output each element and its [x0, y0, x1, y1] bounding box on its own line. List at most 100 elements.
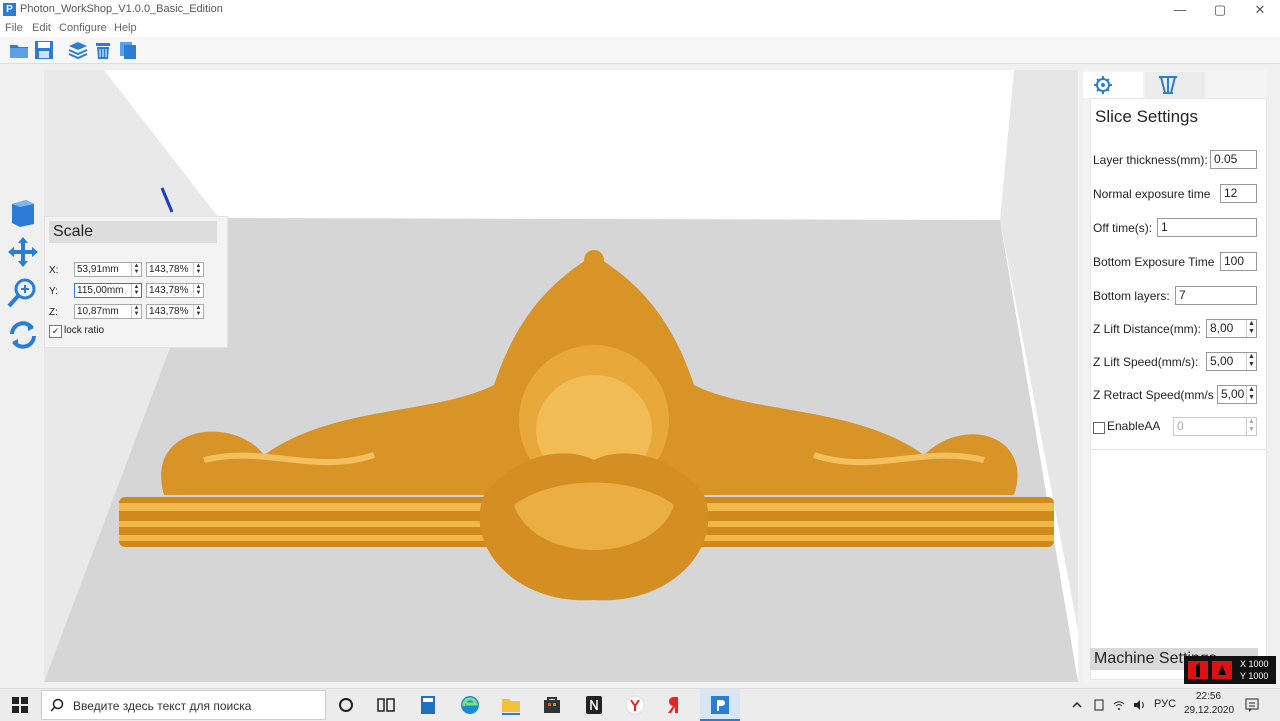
close-button[interactable]: ✕ — [1240, 0, 1280, 20]
z-lift-speed-value: 5,00 — [1210, 354, 1234, 368]
z-retract-speed-value: 5,00 — [1221, 387, 1245, 401]
calculator-icon[interactable] — [416, 693, 440, 717]
z-lift-speed-input[interactable]: 5,00 ▲ ▼ — [1206, 352, 1257, 371]
title-bar: P Photon_WorkShop_V1.0.0_Basic_Edition —… — [0, 0, 1280, 20]
normal-exposure-input[interactable]: 12 — [1220, 184, 1257, 203]
spinner-arrows-icon[interactable]: ▲ ▼ — [1246, 320, 1256, 337]
notification-icon[interactable] — [1244, 697, 1260, 713]
store-icon[interactable] — [540, 693, 564, 717]
minimize-button[interactable]: — — [1160, 0, 1200, 20]
3d-model-ornament[interactable] — [114, 245, 1054, 625]
spinner-arrows-icon[interactable]: ▲ ▼ — [1246, 386, 1256, 403]
off-time-input[interactable]: 1 — [1157, 218, 1257, 237]
spinner-arrows-icon[interactable]: ▲ ▼ — [131, 284, 141, 297]
z-retract-speed-label: Z Retract Speed(mm/s — [1093, 388, 1214, 402]
window-title: Photon_WorkShop_V1.0.0_Basic_Edition — [20, 3, 223, 15]
scale-z-percent-input[interactable]: 143,78% ▲ ▼ — [146, 304, 204, 319]
edge-browser-icon[interactable] — [458, 693, 482, 717]
slice-settings-box: Slice Settings Layer thickness(mm): 0.05… — [1090, 98, 1267, 680]
volume-icon[interactable] — [1132, 698, 1146, 712]
divider — [1091, 449, 1266, 450]
build-plate-viewport[interactable] — [44, 70, 1078, 682]
windows-start-icon[interactable] — [8, 693, 32, 717]
spinner-arrows-icon[interactable]: ▲ ▼ — [193, 284, 203, 297]
scale-y-mm-value: 115,00mm — [77, 285, 124, 296]
bottom-layers-input[interactable]: 7 — [1175, 286, 1257, 305]
menu-file[interactable]: File — [5, 22, 23, 34]
bottom-exposure-label: Bottom Exposure Time — [1093, 255, 1215, 269]
scale-x-mm-input[interactable]: 53,91mm ▲ ▼ — [74, 262, 142, 277]
z-lift-distance-input[interactable]: 8,00 ▲ ▼ — [1206, 319, 1257, 338]
lock-ratio-checkbox[interactable]: ✓ — [49, 325, 62, 338]
overlay-x: X 1000 — [1240, 659, 1269, 669]
lock-ratio-label: lock ratio — [64, 325, 105, 336]
enable-aa-checkbox[interactable] — [1093, 422, 1105, 434]
spinner-arrows-icon[interactable]: ▲ ▼ — [1246, 353, 1256, 370]
spinner-arrows-icon[interactable]: ▲ ▼ — [193, 305, 203, 318]
layer-thickness-input[interactable]: 0.05 — [1210, 150, 1257, 169]
scale-y-mm-input[interactable]: 115,00mm ▲ ▼ — [74, 283, 142, 298]
zoom-scale-icon[interactable] — [6, 276, 40, 310]
scale-z-percent-value: 143,78% — [149, 306, 189, 317]
language-indicator[interactable]: РУС — [1154, 698, 1176, 710]
menu-configure[interactable]: Configure — [59, 22, 107, 34]
scale-x-mm-value: 53,91mm — [77, 264, 119, 275]
move-icon[interactable] — [6, 235, 40, 269]
scale-x-percent-input[interactable]: 143,78% ▲ ▼ — [146, 262, 204, 277]
copy-icon[interactable] — [117, 39, 139, 61]
cortana-icon[interactable] — [334, 693, 358, 717]
open-folder-icon[interactable] — [8, 39, 30, 61]
scale-title: Scale — [49, 221, 217, 243]
clock-date[interactable]: 29.12.2020 — [1184, 705, 1234, 716]
search-placeholder: Введите здесь текст для поиска — [73, 699, 252, 713]
support-icon[interactable] — [1145, 72, 1205, 98]
wifi-icon[interactable] — [1112, 698, 1126, 712]
device-icon[interactable] — [1092, 698, 1106, 712]
enable-aa-label: EnableAA — [1107, 419, 1161, 433]
scale-y-percent-input[interactable]: 143,78% ▲ ▼ — [146, 283, 204, 298]
spinner-arrows-icon[interactable]: ▲ ▼ — [193, 263, 203, 276]
task-view-icon[interactable] — [374, 693, 398, 717]
save-icon[interactable] — [33, 39, 55, 61]
slice-layers-icon[interactable] — [67, 39, 89, 61]
scale-z-mm-input[interactable]: 10,87mm ▲ ▼ — [74, 304, 142, 319]
yandex-icon[interactable] — [664, 693, 688, 717]
clock-time[interactable]: 22:56 — [1196, 691, 1221, 702]
trash-icon[interactable] — [92, 39, 114, 61]
spinner-arrows-icon[interactable]: ▲ ▼ — [131, 305, 141, 318]
rotate-icon[interactable] — [6, 318, 40, 352]
scale-x-label: X: — [49, 265, 59, 276]
normal-exposure-label: Normal exposure time — [1093, 187, 1211, 201]
z-lift-distance-label: Z Lift Distance(mm): — [1093, 322, 1202, 336]
z-retract-speed-input[interactable]: 5,00 ▲ ▼ — [1217, 385, 1257, 404]
toolbar — [0, 37, 1280, 64]
photon-workshop-taskbar-item[interactable] — [700, 689, 740, 721]
scale-y-percent-value: 143,78% — [149, 285, 189, 296]
hand-icon — [1188, 661, 1232, 679]
scale-panel: Scale X: 53,91mm ▲ ▼ 143,78% ▲ ▼ Y: 115,00mm… — [44, 216, 228, 348]
scale-z-mm-value: 10,87mm — [77, 306, 119, 317]
menu-edit[interactable]: Edit — [32, 22, 51, 34]
scale-z-label: Z: — [49, 307, 58, 318]
scale-x-percent-value: 143,78% — [149, 264, 189, 275]
file-explorer-icon[interactable] — [499, 693, 523, 717]
notion-icon[interactable] — [582, 693, 606, 717]
spinner-arrows-icon: ▲ ▼ — [1246, 418, 1256, 435]
menu-help[interactable]: Help — [114, 22, 137, 34]
maximize-button[interactable]: ▢ — [1200, 0, 1240, 20]
z-lift-speed-label: Z Lift Speed(mm/s): — [1093, 355, 1199, 369]
taskbar: Введите здесь текст для поиска РУС 22:56… — [0, 688, 1280, 721]
app-logo-icon: P — [3, 3, 16, 16]
settings-panel: Slice Settings Layer thickness(mm): 0.05… — [1083, 70, 1267, 682]
spinner-arrows-icon[interactable]: ▲ ▼ — [131, 263, 141, 276]
yandex-browser-icon[interactable] — [623, 693, 647, 717]
cube-view-icon[interactable] — [6, 196, 40, 230]
enable-aa-select: 0 ▲ ▼ — [1173, 417, 1257, 436]
chevron-up-icon[interactable] — [1070, 698, 1084, 712]
gear-icon[interactable] — [1083, 72, 1143, 98]
search-icon — [50, 698, 64, 712]
bottom-exposure-input[interactable]: 100 — [1220, 252, 1257, 271]
bottom-layers-label: Bottom layers: — [1093, 289, 1170, 303]
search-box[interactable]: Введите здесь текст для поиска — [41, 690, 326, 720]
input-overlay-widget: X 1000 Y 1000 — [1184, 656, 1276, 684]
